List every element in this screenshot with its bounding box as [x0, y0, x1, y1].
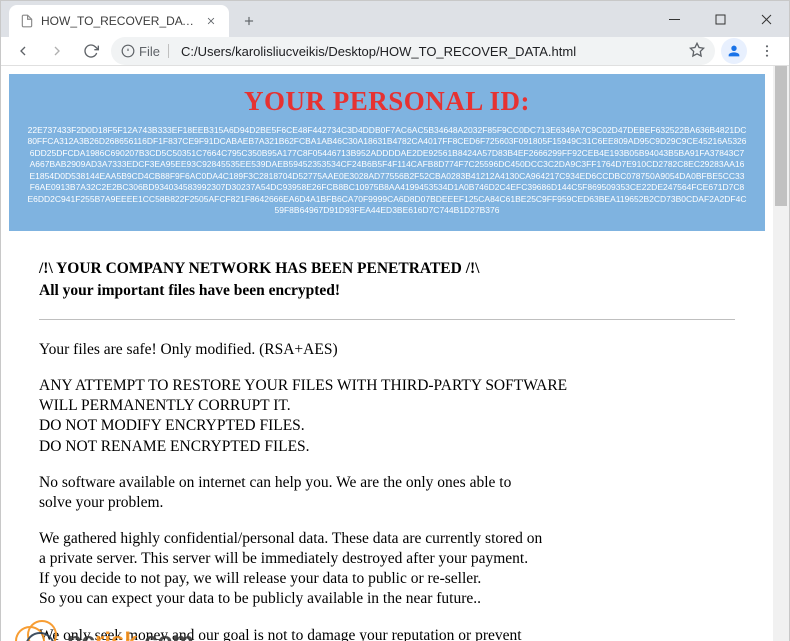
browser-tab[interactable]: HOW_TO_RECOVER_DATA.html	[9, 5, 229, 37]
profile-avatar[interactable]	[721, 38, 747, 64]
vertical-scrollbar[interactable]	[773, 66, 789, 641]
note-p5: We only seek money and our goal is not t…	[39, 626, 735, 641]
maximize-button[interactable]	[697, 1, 743, 37]
close-window-button[interactable]	[743, 1, 789, 37]
address-bar[interactable]: File C:/Users/karolisliucveikis/Desktop/…	[111, 37, 715, 65]
divider	[39, 319, 735, 320]
note-p3: No software available on internet can he…	[39, 473, 735, 513]
menu-button[interactable]	[753, 37, 781, 65]
scroll-thumb[interactable]	[775, 66, 787, 206]
viewport: YOUR PERSONAL ID: 22E737433F2D0D18F5F12A…	[1, 66, 789, 641]
bookmark-star-icon[interactable]	[689, 42, 705, 61]
toolbar: File C:/Users/karolisliucveikis/Desktop/…	[1, 37, 789, 66]
tab-title: HOW_TO_RECOVER_DATA.html	[41, 14, 197, 28]
note-p4: We gathered highly confidential/personal…	[39, 529, 735, 610]
forward-button[interactable]	[43, 37, 71, 65]
warning-line-1: /!\ YOUR COMPANY NETWORK HAS BEEN PENETR…	[39, 259, 735, 279]
banner-title: YOUR PERSONAL ID:	[27, 86, 747, 117]
browser-window: HOW_TO_RECOVER_DATA.html File	[0, 0, 790, 641]
url-chip-separator	[168, 44, 169, 58]
window-controls	[651, 1, 789, 37]
file-icon	[19, 13, 35, 29]
url-scheme-chip: File	[121, 44, 173, 59]
page-content: YOUR PERSONAL ID: 22E737433F2D0D18F5F12A…	[1, 66, 773, 641]
new-tab-button[interactable]	[235, 7, 263, 35]
note-p2: ANY ATTEMPT TO RESTORE YOUR FILES WITH T…	[39, 376, 735, 457]
note-p1: Your files are safe! Only modified. (RSA…	[39, 340, 735, 360]
tab-strip: HOW_TO_RECOVER_DATA.html	[1, 1, 789, 37]
minimize-button[interactable]	[651, 1, 697, 37]
url-text: C:/Users/karolisliucveikis/Desktop/HOW_T…	[181, 44, 681, 59]
close-tab-icon[interactable]	[203, 13, 219, 29]
reload-button[interactable]	[77, 37, 105, 65]
url-scheme-label: File	[139, 44, 160, 59]
back-button[interactable]	[9, 37, 37, 65]
warning-line-2: All your important files have been encry…	[39, 281, 735, 301]
ransom-note-body: /!\ YOUR COMPANY NETWORK HAS BEEN PENETR…	[9, 231, 765, 641]
id-banner: YOUR PERSONAL ID: 22E737433F2D0D18F5F12A…	[9, 74, 765, 231]
personal-id-block: 22E737433F2D0D18F5F12A743B333EF18EEB315A…	[27, 125, 747, 217]
